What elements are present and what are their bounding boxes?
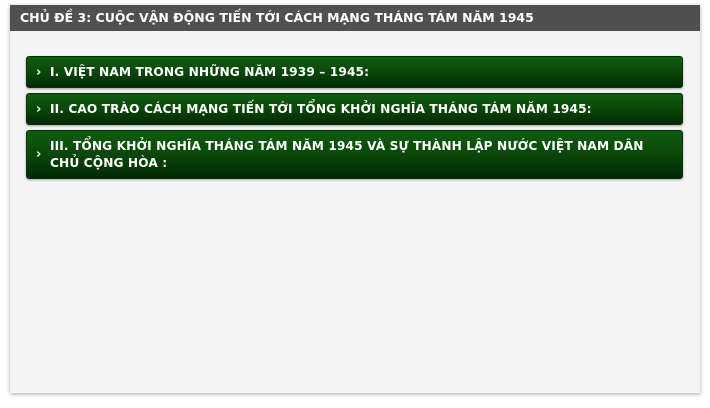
accordion-item-section-2[interactable]: › II. CAO TRÀO CÁCH MẠNG TIẾN TỚI TỔNG K… xyxy=(26,93,683,125)
accordion-item-section-1[interactable]: › I. VIỆT NAM TRONG NHỮNG NĂM 1939 – 194… xyxy=(26,56,683,88)
accordion-item-label: III. TỔNG KHỞI NGHĨA THÁNG TÁM NĂM 1945 … xyxy=(50,138,644,170)
accordion-item-section-3[interactable]: › III. TỔNG KHỞI NGHĨA THÁNG TÁM NĂM 194… xyxy=(26,130,683,179)
topic-card: CHỦ ĐỀ 3: CUỘC VẬN ĐỘNG TIẾN TỚI CÁCH MẠ… xyxy=(10,5,700,393)
chevron-right-icon: › xyxy=(36,64,42,80)
topic-title: CHỦ ĐỀ 3: CUỘC VẬN ĐỘNG TIẾN TỚI CÁCH MẠ… xyxy=(10,5,700,31)
lesson-accordion: › I. VIỆT NAM TRONG NHỮNG NĂM 1939 – 194… xyxy=(26,56,683,184)
accordion-item-label: II. CAO TRÀO CÁCH MẠNG TIẾN TỚI TỔNG KHỞ… xyxy=(50,101,592,116)
chevron-right-icon: › xyxy=(36,147,42,162)
chevron-right-icon: › xyxy=(36,101,42,117)
accordion-item-label: I. VIỆT NAM TRONG NHỮNG NĂM 1939 – 1945: xyxy=(50,64,370,79)
